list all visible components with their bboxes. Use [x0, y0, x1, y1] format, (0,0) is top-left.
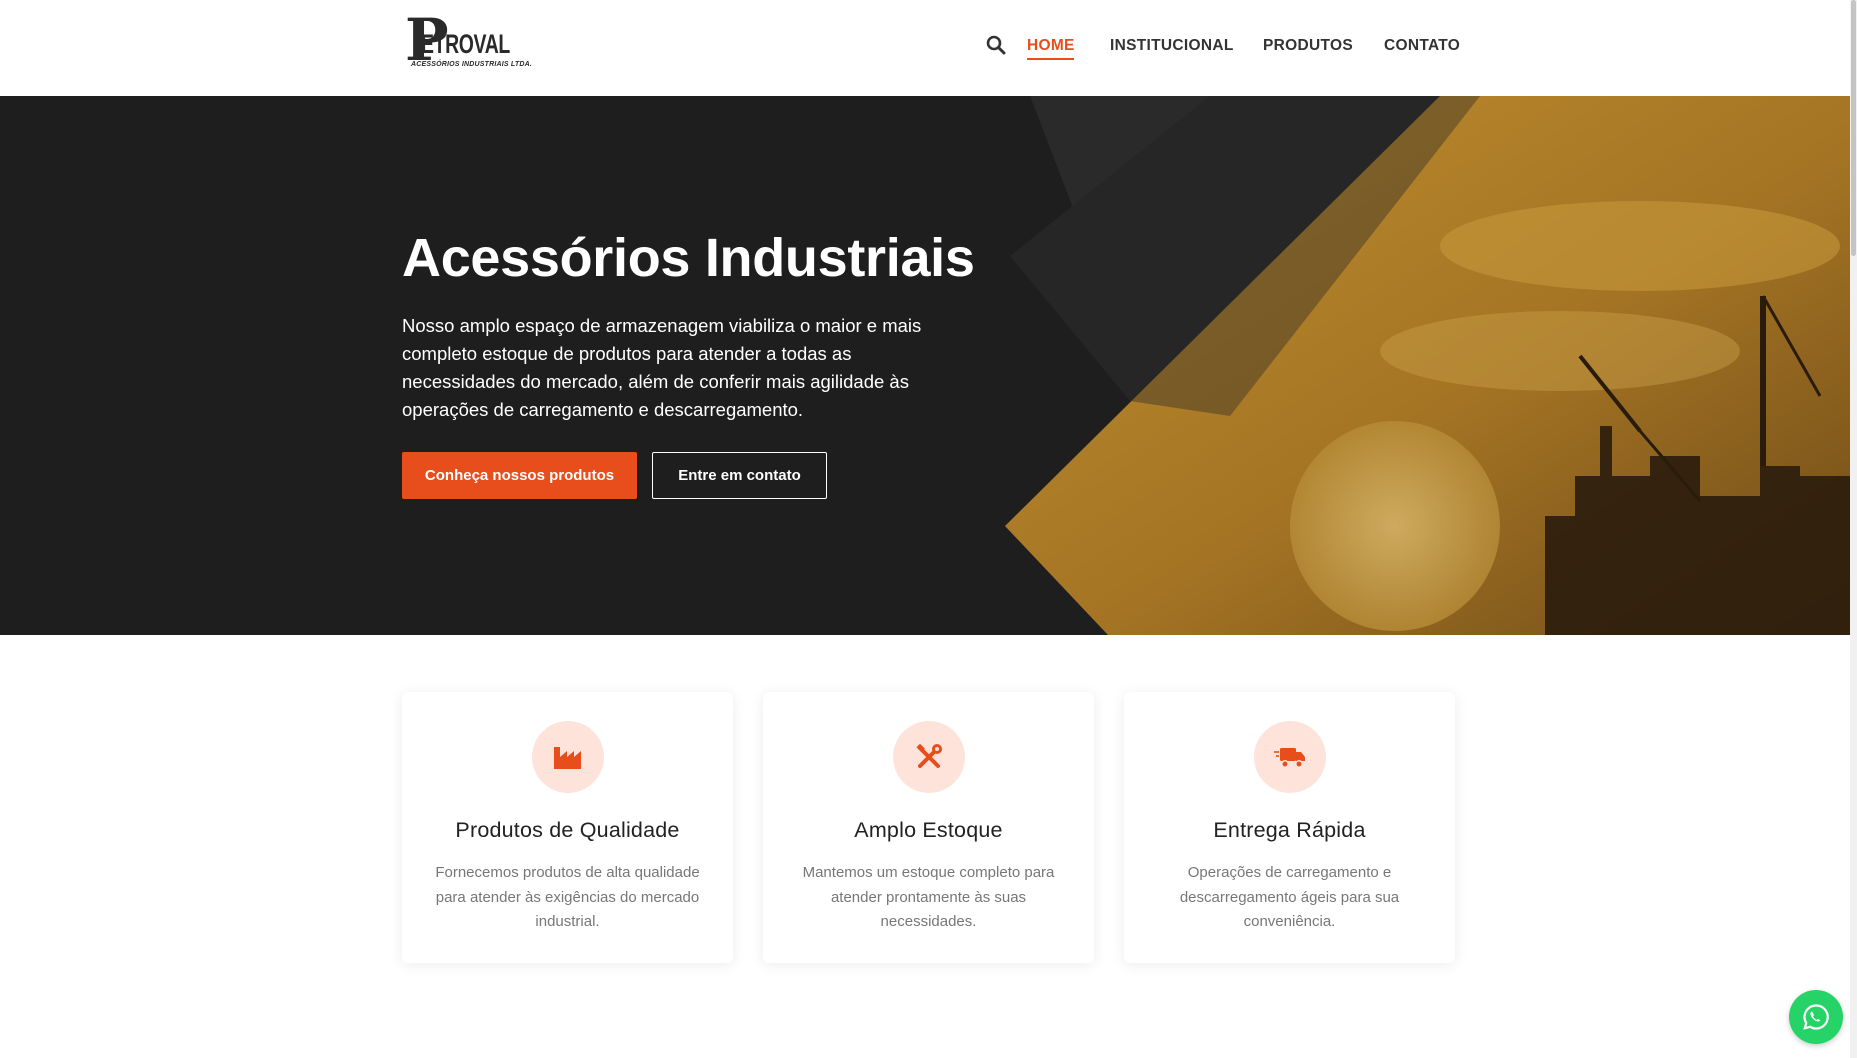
feature-text: Operações de carregamento e descarregame…	[1179, 864, 1400, 930]
logo-name: ETROVAL	[421, 29, 510, 59]
feature-text: Fornecemos produtos de alta qualidade pa…	[435, 864, 700, 930]
site-header: P ETROVAL ACESSÓRIOS INDUSTRIAIS LTDA. H…	[0, 0, 1850, 96]
shipping-truck-icon	[1254, 721, 1326, 793]
factory-icon	[532, 721, 604, 793]
feature-text: Mantemos um estoque completo para atende…	[802, 864, 1055, 930]
hero-title: Acessórios Industriais	[402, 228, 975, 288]
nav-institucional[interactable]: INSTITUCIONAL	[1110, 37, 1234, 55]
feature-card-delivery: Entrega Rápida Operações de carregamento…	[1124, 692, 1455, 963]
feature-title: Produtos de Qualidade	[455, 818, 680, 842]
whatsapp-button[interactable]	[1789, 990, 1843, 1044]
search-icon[interactable]	[986, 35, 1006, 55]
feature-title: Entrega Rápida	[1213, 818, 1366, 842]
feature-card-quality: Produtos de Qualidade Fornecemos produto…	[402, 692, 733, 963]
petroval-logo[interactable]: P ETROVAL ACESSÓRIOS INDUSTRIAIS LTDA.	[405, 11, 532, 72]
whatsapp-icon	[1803, 1004, 1829, 1030]
scrollbar-thumb[interactable]	[1851, 0, 1856, 256]
tools-icon	[893, 721, 965, 793]
nav-produtos[interactable]: PRODUTOS	[1263, 37, 1353, 55]
nav-contato[interactable]: CONTATO	[1384, 37, 1460, 55]
logo-tagline: ACESSÓRIOS INDUSTRIAIS LTDA.	[411, 61, 532, 68]
products-cta-button[interactable]: Conheça nossos produtos	[402, 452, 637, 499]
feature-card-stock: Amplo Estoque Mantemos um estoque comple…	[763, 692, 1094, 963]
feature-title: Amplo Estoque	[854, 818, 1003, 842]
nav-active-indicator	[1027, 58, 1074, 60]
hero-banner: Acessórios Industriais Nosso amplo espaç…	[0, 96, 1850, 635]
nav-home[interactable]: HOME	[1027, 37, 1075, 55]
hero-description: Nosso amplo espaço de armazenagem viabil…	[402, 315, 922, 420]
contact-cta-button[interactable]: Entre em contato	[652, 452, 827, 499]
